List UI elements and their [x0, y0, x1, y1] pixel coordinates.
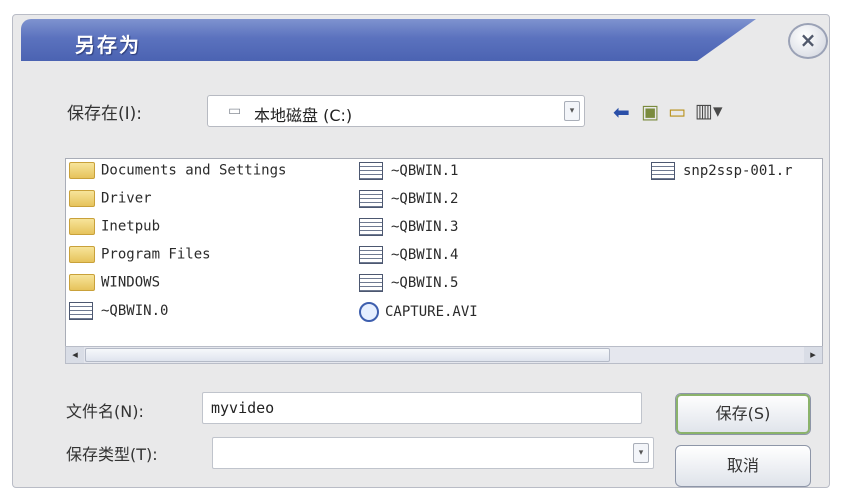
list-item[interactable]: Inetpub	[69, 218, 160, 246]
folder-icon	[69, 162, 95, 179]
document-icon	[651, 162, 675, 180]
filename-input[interactable]	[202, 392, 642, 424]
list-item[interactable]: ~QBWIN.4	[359, 246, 458, 274]
save-as-dialog: 另存为 × 保存在(I): ▭ 本地磁盘 (C:) ▾ ⬅ ▣ ▭ ▥▾ Doc…	[12, 14, 830, 488]
list-item[interactable]: ~QBWIN.3	[359, 218, 458, 246]
scroll-thumb[interactable]	[85, 348, 610, 362]
views-menu-icon[interactable]: ▥▾	[695, 100, 723, 122]
list-item[interactable]: ~QBWIN.2	[359, 190, 458, 218]
dropdown-arrow-icon[interactable]: ▾	[564, 101, 580, 121]
folder-icon	[69, 246, 95, 263]
save-in-location: 本地磁盘 (C:)	[254, 106, 353, 125]
folder-icon	[69, 218, 95, 235]
document-icon	[359, 218, 383, 236]
dialog-title: 另存为	[75, 33, 141, 57]
back-arrow-icon[interactable]: ⬅	[613, 100, 630, 124]
folder-icon	[69, 274, 95, 291]
save-in-label: 保存在(I):	[67, 104, 143, 124]
dropdown-arrow-icon[interactable]: ▾	[633, 443, 649, 463]
close-icon: ×	[799, 28, 817, 52]
filetype-dropdown[interactable]: ▾	[212, 437, 654, 469]
list-item[interactable]: ~QBWIN.1	[359, 162, 458, 190]
document-icon	[69, 302, 93, 320]
cancel-button[interactable]: 取消	[675, 445, 811, 487]
new-folder-icon[interactable]: ▭	[668, 101, 686, 123]
document-icon	[359, 162, 383, 180]
list-item[interactable]: WINDOWS	[69, 274, 160, 302]
list-item[interactable]: ~QBWIN.0	[69, 302, 168, 330]
hard-drive-icon: ▭	[228, 103, 242, 119]
horizontal-scrollbar[interactable]: ◂ ▸	[65, 346, 823, 364]
file-list[interactable]: Documents and Settings Driver Inetpub Pr…	[65, 158, 823, 353]
document-icon	[359, 190, 383, 208]
list-item[interactable]: snp2ssp-001.r	[651, 162, 793, 190]
filetype-label: 保存类型(T):	[66, 445, 158, 464]
list-item[interactable]: Documents and Settings	[69, 162, 286, 190]
list-item[interactable]: CAPTURE.AVI	[359, 302, 478, 330]
list-item[interactable]: ~QBWIN.5	[359, 274, 458, 302]
filename-label: 文件名(N):	[66, 402, 144, 421]
media-file-icon	[359, 302, 379, 322]
save-in-dropdown[interactable]: ▭ 本地磁盘 (C:) ▾	[207, 95, 585, 127]
list-item[interactable]: Program Files	[69, 246, 211, 274]
close-button[interactable]: ×	[788, 23, 828, 59]
document-icon	[359, 246, 383, 264]
list-item[interactable]: Driver	[69, 190, 152, 218]
document-icon	[359, 274, 383, 292]
scroll-left-icon[interactable]: ◂	[66, 347, 84, 363]
title-bar[interactable]: 另存为	[21, 19, 756, 61]
save-button[interactable]: 保存(S)	[675, 393, 811, 435]
folder-icon	[69, 190, 95, 207]
up-folder-icon[interactable]: ▣	[641, 101, 659, 123]
scroll-right-icon[interactable]: ▸	[804, 347, 822, 363]
